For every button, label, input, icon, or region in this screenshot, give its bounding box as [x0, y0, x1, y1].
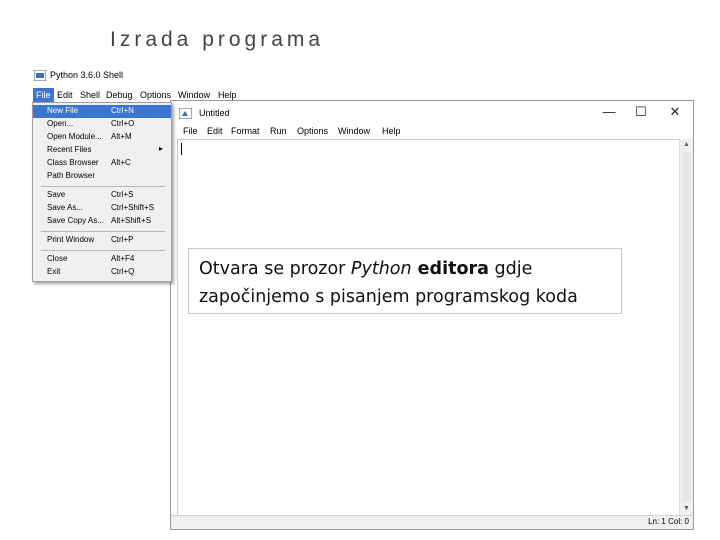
menu-separator — [41, 231, 165, 232]
menu-item-label: Path Browser — [47, 171, 96, 180]
menu-item-open[interactable]: Open... Ctrl+O — [33, 118, 171, 131]
shell-titlebar: Python 3.6.0 Shell — [30, 66, 280, 86]
editor-menu-edit[interactable]: Edit — [207, 126, 223, 136]
shell-menu-shell[interactable]: Shell — [80, 90, 100, 100]
cursor-position: Ln: 1 Col: 0 — [648, 517, 689, 526]
menu-item-label: Open... — [47, 119, 74, 128]
callout-python: Python — [350, 259, 412, 279]
editor-menu-help[interactable]: Help — [382, 126, 401, 136]
text-cursor — [181, 143, 182, 155]
editor-menu-options[interactable]: Options — [297, 126, 328, 136]
python-icon — [34, 70, 46, 81]
editor-window: Untitled — ☐ ✕ File Edit Format Run Opti… — [170, 100, 694, 530]
editor-menu-format[interactable]: Format — [231, 126, 260, 136]
menu-item-print-window[interactable]: Print Window Ctrl+P — [33, 234, 171, 247]
menu-item-shortcut: Alt+F4 — [111, 254, 135, 263]
callout-box: Otvara se prozor Python editora gdje zap… — [188, 248, 622, 314]
scroll-thumb[interactable] — [682, 152, 691, 502]
menu-item-label: Save As... — [47, 203, 84, 212]
callout-editor: editora — [411, 259, 489, 279]
menu-item-label: Save Copy As... — [47, 216, 104, 225]
menu-item-label: Close — [47, 254, 68, 263]
menu-item-close[interactable]: Close Alt+F4 — [33, 253, 171, 266]
menu-item-save[interactable]: Save Ctrl+S — [33, 189, 171, 202]
shell-menu-help[interactable]: Help — [218, 90, 237, 100]
menu-item-shortcut: Alt+Shift+S — [111, 216, 152, 225]
vertical-scrollbar[interactable]: ▲ ▼ — [679, 139, 693, 515]
shell-menu-edit[interactable]: Edit — [57, 90, 73, 100]
menu-item-shortcut: Ctrl+Shift+S — [111, 203, 155, 212]
callout-text: gdje — [488, 259, 533, 279]
editor-menu-run[interactable]: Run — [270, 126, 287, 136]
editor-menu-window[interactable]: Window — [338, 126, 370, 136]
menu-item-save-as[interactable]: Save As... Ctrl+Shift+S — [33, 202, 171, 215]
menu-item-label: Print Window — [47, 235, 95, 244]
menu-separator — [41, 186, 165, 187]
editor-title: Untitled — [199, 108, 230, 118]
file-menu-dropdown: New File Ctrl+N Open... Ctrl+O Open Modu… — [32, 102, 172, 282]
shell-menu-window[interactable]: Window — [178, 90, 210, 100]
menu-item-shortcut: Ctrl+Q — [111, 267, 135, 276]
shell-menu-options[interactable]: Options — [140, 90, 171, 100]
menu-item-label: Save — [47, 190, 66, 199]
shell-menu-file[interactable]: File — [33, 88, 54, 102]
editor-text-area[interactable] — [177, 139, 680, 518]
callout-text: Otvara se prozor — [199, 259, 351, 279]
menu-item-shortcut: Ctrl+O — [111, 119, 135, 128]
maximize-button[interactable]: ☐ — [631, 103, 651, 121]
menu-item-shortcut: Alt+M — [111, 132, 132, 141]
submenu-arrow-icon: ▸ — [159, 144, 164, 153]
editor-menubar: File Edit Format Run Options Window Help — [171, 125, 693, 139]
status-bar: Ln: 1 Col: 0 — [171, 515, 693, 529]
menu-item-shortcut: Ctrl+N — [111, 106, 134, 115]
minimize-button[interactable]: — — [599, 103, 619, 121]
shell-title: Python 3.6.0 Shell — [50, 70, 124, 80]
menu-item-shortcut: Ctrl+S — [111, 190, 134, 199]
slide-title: Izrada programa — [110, 28, 325, 51]
scroll-up-icon[interactable]: ▲ — [680, 139, 693, 151]
menu-item-class-browser[interactable]: Class Browser Alt+C — [33, 157, 171, 170]
menu-item-open-module[interactable]: Open Module... Alt+M — [33, 131, 171, 144]
menu-item-save-copy-as[interactable]: Save Copy As... Alt+Shift+S — [33, 215, 171, 228]
menu-item-label: New File — [47, 106, 79, 115]
menu-item-shortcut: Ctrl+P — [111, 235, 134, 244]
shell-menu-debug[interactable]: Debug — [106, 90, 133, 100]
editor-titlebar: Untitled — ☐ ✕ — [171, 101, 693, 125]
menu-item-new-file[interactable]: New File Ctrl+N — [33, 105, 171, 118]
close-button[interactable]: ✕ — [665, 103, 685, 121]
scroll-down-icon[interactable]: ▼ — [680, 503, 693, 515]
menu-item-shortcut: Alt+C — [111, 158, 131, 167]
callout-text-line2: započinjemo s pisanjem programskog koda — [199, 287, 578, 307]
menu-item-label: Exit — [47, 267, 61, 276]
menu-item-path-browser[interactable]: Path Browser — [33, 170, 171, 183]
menu-item-label: Class Browser — [47, 158, 99, 167]
python-icon — [179, 108, 192, 119]
menu-item-label: Open Module... — [47, 132, 102, 141]
menu-item-label: Recent Files — [47, 145, 92, 154]
menu-item-exit[interactable]: Exit Ctrl+Q — [33, 266, 171, 279]
menu-separator — [41, 250, 165, 251]
editor-menu-file[interactable]: File — [183, 126, 198, 136]
menu-item-recent-files[interactable]: Recent Files ▸ — [33, 144, 171, 157]
